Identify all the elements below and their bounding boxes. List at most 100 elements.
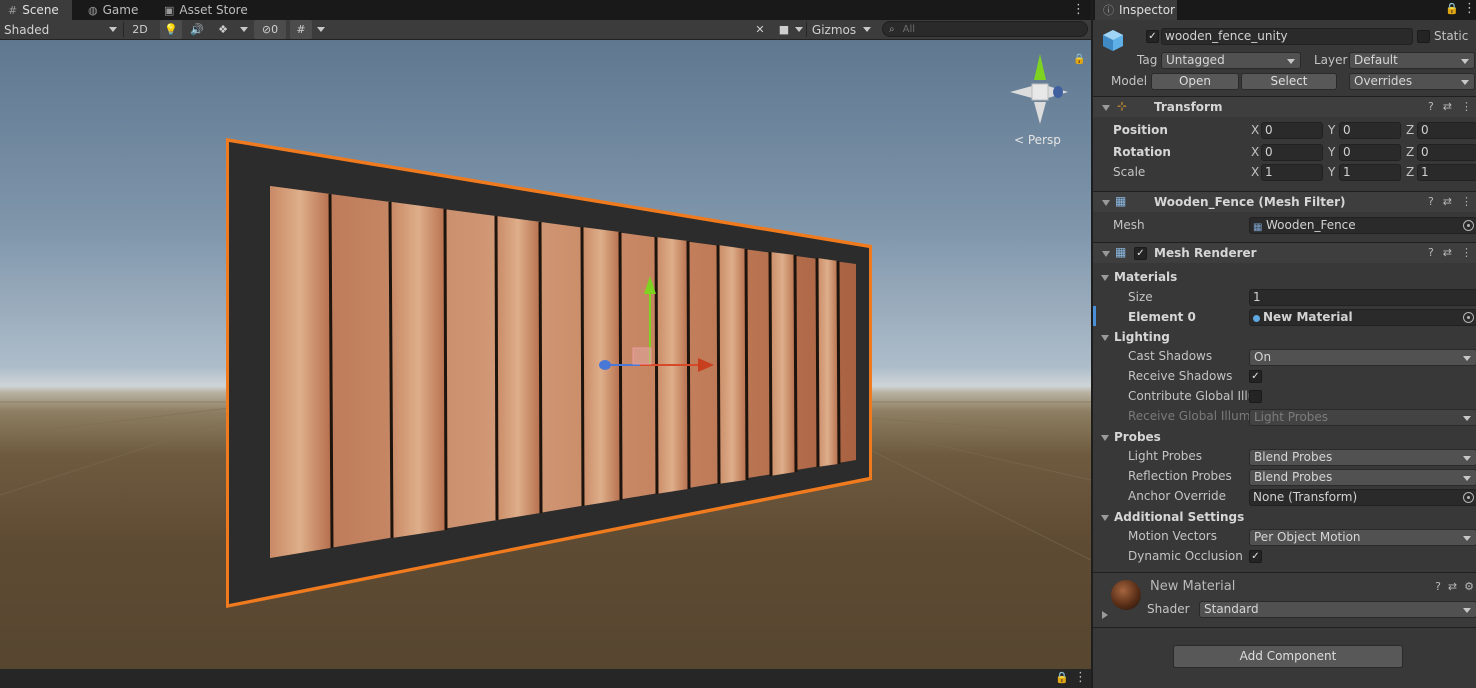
select-button[interactable]: Select: [1241, 73, 1337, 90]
lock-icon[interactable]: 🔒: [1445, 2, 1459, 15]
rotation-y-field[interactable]: 0: [1339, 144, 1401, 161]
light-probes-dropdown[interactable]: Blend Probes: [1249, 449, 1476, 466]
mesh-renderer-enabled-checkbox[interactable]: ✓: [1134, 247, 1147, 260]
help-icon[interactable]: ?: [1428, 195, 1434, 208]
transform-icon: ⊹: [1117, 99, 1128, 113]
grid-chevron-down-icon[interactable]: [317, 27, 325, 32]
tab-game[interactable]: ◍ Game: [80, 0, 152, 20]
additional-settings-foldout-icon[interactable]: [1101, 515, 1109, 521]
gizmos-chevron-down-icon[interactable]: [863, 27, 871, 32]
foldout-arrow-icon[interactable]: [1102, 105, 1110, 111]
contribute-gi-checkbox[interactable]: [1249, 390, 1262, 403]
material-preview-thumbnail[interactable]: [1111, 580, 1141, 610]
scene-search-input[interactable]: ⌕ All: [882, 21, 1088, 37]
presets-icon[interactable]: ⇄: [1443, 195, 1452, 208]
kebab-menu-icon[interactable]: ⋮: [1461, 195, 1472, 208]
object-picker-icon[interactable]: [1463, 312, 1474, 323]
tab-inspector[interactable]: ⓘ Inspector: [1095, 0, 1177, 20]
scale-y-field[interactable]: 1: [1339, 164, 1401, 181]
kebab-menu-icon[interactable]: ⋮: [1461, 100, 1472, 113]
foldout-arrow-icon[interactable]: [1102, 200, 1110, 206]
scale-x-field[interactable]: 1: [1261, 164, 1323, 181]
lighting-toggle-icon[interactable]: 💡: [160, 20, 182, 39]
scale-z-field[interactable]: 1: [1417, 164, 1476, 181]
add-component-button[interactable]: Add Component: [1173, 645, 1403, 668]
position-y-field[interactable]: 0: [1339, 122, 1401, 139]
element0-object-field[interactable]: New Material: [1249, 309, 1476, 326]
effects-toggle-icon[interactable]: ❖: [212, 20, 234, 39]
orient-z-cone-icon[interactable]: [1053, 86, 1063, 98]
kebab-menu-icon[interactable]: ⋮: [1463, 1, 1476, 16]
projection-label[interactable]: < Persp: [1014, 133, 1061, 147]
kebab-menu-icon[interactable]: ⋮: [1461, 246, 1472, 259]
gizmo-z-arrow-icon[interactable]: [599, 360, 611, 370]
kebab-menu-icon[interactable]: ⋮: [1072, 2, 1085, 17]
tab-asset-store[interactable]: ▣ Asset Store: [156, 0, 256, 20]
lock-icon[interactable]: 🔒: [1055, 671, 1069, 684]
object-name-field[interactable]: wooden_fence_unity: [1161, 28, 1413, 45]
mesh-filter-header[interactable]: ▦ Wooden_Fence (Mesh Filter) ? ⇄ ⋮: [1093, 191, 1476, 212]
presets-icon[interactable]: ⇄: [1443, 100, 1452, 113]
mesh-object-field[interactable]: ▦ Wooden_Fence: [1249, 217, 1476, 234]
help-icon[interactable]: ?: [1435, 580, 1441, 593]
scene-panel: # Scene ◍ Game ▣ Asset Store ⋮ Shaded 2D…: [0, 0, 1091, 688]
dynamic-occlusion-checkbox[interactable]: ✓: [1249, 550, 1262, 563]
open-button[interactable]: Open: [1151, 73, 1239, 90]
object-picker-icon[interactable]: [1463, 220, 1474, 231]
motion-vectors-dropdown[interactable]: Per Object Motion: [1249, 529, 1476, 546]
draw-mode-dropdown[interactable]: Shaded: [0, 20, 122, 39]
chevron-down-icon: [109, 27, 117, 32]
help-icon[interactable]: ?: [1428, 246, 1434, 259]
position-z-field[interactable]: 0: [1417, 122, 1476, 139]
shader-dropdown[interactable]: Standard: [1199, 601, 1476, 618]
presets-icon[interactable]: ⇄: [1448, 580, 1457, 593]
camera-chevron-down-icon[interactable]: [795, 27, 803, 32]
help-icon[interactable]: ?: [1428, 100, 1434, 113]
rotation-x-field[interactable]: 0: [1261, 144, 1323, 161]
tag-dropdown[interactable]: Untagged: [1161, 52, 1301, 69]
anchor-override-field[interactable]: None (Transform): [1249, 489, 1476, 506]
object-active-checkbox[interactable]: ✓: [1146, 30, 1159, 43]
additional-settings-label[interactable]: Additional Settings: [1114, 510, 1244, 524]
position-x-field[interactable]: 0: [1261, 122, 1323, 139]
grid-toggle-icon[interactable]: #: [290, 20, 312, 39]
materials-size-field[interactable]: 1: [1249, 289, 1476, 306]
orient-x-cone-icon[interactable]: [1010, 86, 1032, 98]
camera-icon[interactable]: ■: [774, 20, 794, 39]
toggle-2d-button[interactable]: 2D: [128, 20, 152, 39]
orient-y-cone-icon[interactable]: [1034, 54, 1046, 80]
materials-label[interactable]: Materials: [1114, 270, 1177, 284]
materials-foldout-icon[interactable]: [1101, 275, 1109, 281]
cast-shadows-dropdown[interactable]: On: [1249, 349, 1476, 366]
lock-icon[interactable]: 🔒: [1073, 53, 1085, 65]
effects-chevron-down-icon[interactable]: [240, 27, 248, 32]
orientation-gizmo[interactable]: [1010, 54, 1068, 124]
mesh-renderer-header[interactable]: ▦ ✓ Mesh Renderer ? ⇄ ⋮: [1093, 242, 1476, 263]
foldout-arrow-icon[interactable]: [1102, 251, 1110, 257]
audio-toggle-icon[interactable]: 🔊: [186, 20, 208, 39]
tools-icon[interactable]: ✕: [750, 20, 770, 39]
reflection-probes-dropdown[interactable]: Blend Probes: [1249, 469, 1476, 486]
orient-center-cube[interactable]: [1031, 83, 1049, 101]
tab-scene[interactable]: # Scene: [0, 0, 72, 20]
gear-icon[interactable]: ⚙: [1464, 580, 1474, 593]
orient-neg-y-cone-icon[interactable]: [1034, 102, 1046, 124]
rotation-z-field[interactable]: 0: [1417, 144, 1476, 161]
scene-viewport[interactable]: 🔒 < Persp: [0, 40, 1091, 669]
overrides-dropdown[interactable]: Overrides: [1349, 73, 1475, 90]
probes-foldout-icon[interactable]: [1101, 435, 1109, 441]
kebab-menu-icon[interactable]: ⋮: [1074, 670, 1087, 685]
lighting-foldout-icon[interactable]: [1101, 335, 1109, 341]
transform-header[interactable]: ⊹ Transform ? ⇄ ⋮: [1093, 96, 1476, 117]
lighting-label[interactable]: Lighting: [1114, 330, 1170, 344]
gizmos-button[interactable]: Gizmos: [808, 20, 860, 39]
receive-shadows-checkbox[interactable]: ✓: [1249, 370, 1262, 383]
object-picker-icon[interactable]: [1463, 492, 1474, 503]
gizmo-plane-handle[interactable]: [632, 347, 652, 365]
static-checkbox[interactable]: [1417, 30, 1430, 43]
probes-label[interactable]: Probes: [1114, 430, 1161, 444]
layer-dropdown[interactable]: Default: [1349, 52, 1475, 69]
material-foldout-icon[interactable]: [1102, 611, 1108, 619]
hidden-objects-toggle[interactable]: ⊘ 0: [254, 20, 286, 39]
presets-icon[interactable]: ⇄: [1443, 246, 1452, 259]
